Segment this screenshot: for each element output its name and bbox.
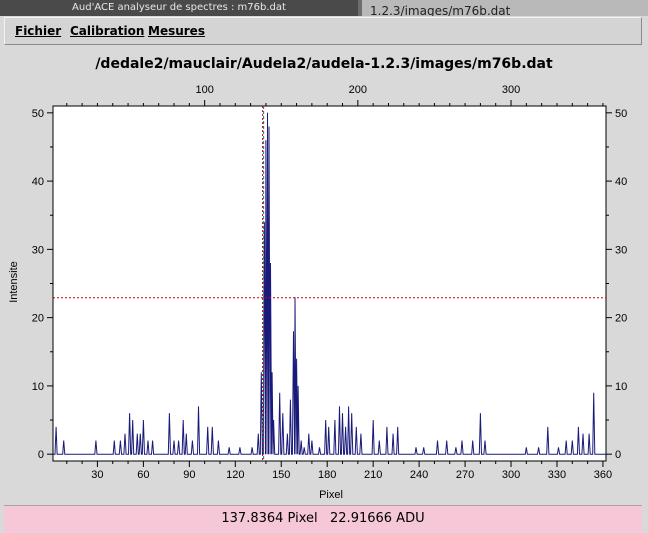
x-tick-label-bottom: 210 bbox=[364, 469, 382, 481]
x-tick-label-top: 100 bbox=[195, 84, 213, 96]
y-tick-label-right: 40 bbox=[615, 176, 627, 188]
x-tick-label-bottom: 60 bbox=[137, 469, 149, 481]
x-tick-label-bottom: 360 bbox=[594, 469, 612, 481]
x-tick-label-bottom: 300 bbox=[502, 469, 520, 481]
x-tick-label-bottom: 180 bbox=[318, 469, 336, 481]
status-pixel-readout: 137.8364 Pixel bbox=[221, 511, 318, 526]
y-tick-label-left: 30 bbox=[32, 244, 44, 256]
x-tick-label-bottom: 30 bbox=[91, 469, 103, 481]
y-tick-label-left: 50 bbox=[32, 108, 44, 120]
spectrum-chart[interactable]: 0 0 10 10 20 20 30 30 40 40 50 50 30 60 90 120 150 180 210… bbox=[0, 0, 648, 533]
y-tick-label-right: 10 bbox=[615, 381, 627, 393]
x-tick-label-bottom: 330 bbox=[548, 469, 566, 481]
status-adu-readout: 22.91666 ADU bbox=[330, 511, 425, 526]
y-tick-label-left: 10 bbox=[32, 381, 44, 393]
x-tick-label-bottom: 90 bbox=[183, 469, 195, 481]
y-tick-label-left: 20 bbox=[32, 313, 44, 325]
x-tick-label-bottom: 120 bbox=[226, 469, 244, 481]
x-tick-label-bottom: 150 bbox=[272, 469, 290, 481]
y-tick-label-right: 20 bbox=[615, 313, 627, 325]
x-axis-label: Pixel bbox=[319, 489, 343, 501]
y-tick-label-right: 50 bbox=[615, 108, 627, 120]
x-tick-label-bottom: 240 bbox=[410, 469, 428, 481]
x-tick-label-bottom: 270 bbox=[456, 469, 474, 481]
y-axis-label: Intensite bbox=[8, 261, 20, 303]
plot-frame bbox=[52, 105, 607, 462]
status-bar: 137.8364 Pixel 22.91666 ADU bbox=[4, 505, 642, 532]
x-tick-label-top: 200 bbox=[349, 84, 367, 96]
y-tick-label-left: 0 bbox=[38, 449, 44, 461]
x-tick-label-top: 300 bbox=[502, 84, 520, 96]
y-tick-label-right: 0 bbox=[615, 449, 621, 461]
y-tick-label-right: 30 bbox=[615, 244, 627, 256]
y-tick-label-left: 40 bbox=[32, 176, 44, 188]
